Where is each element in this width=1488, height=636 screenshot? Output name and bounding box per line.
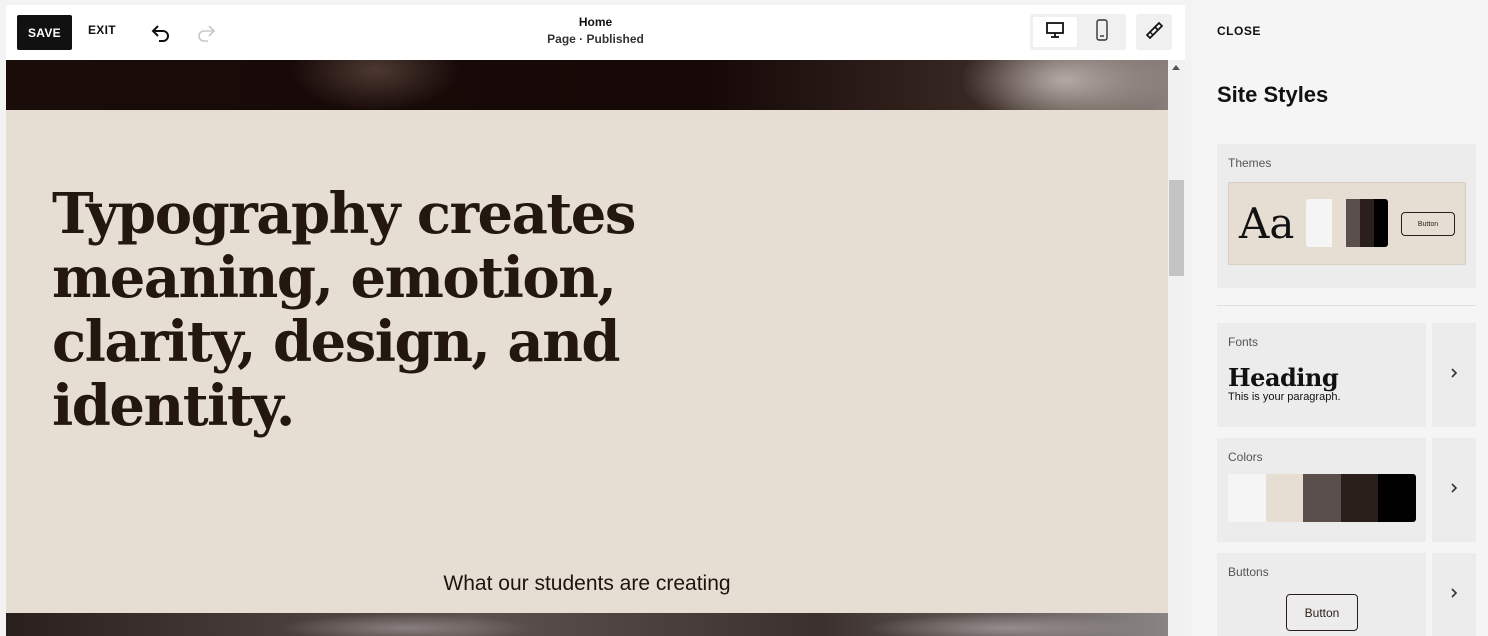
paragraph-font-sample: This is your paragraph. xyxy=(1228,391,1341,403)
page-title: Home xyxy=(578,15,613,29)
buttons-arrow-button[interactable] xyxy=(1432,553,1476,636)
colors-arrow-button[interactable] xyxy=(1432,438,1476,542)
colors-card[interactable]: Colors xyxy=(1217,438,1426,542)
color-palette xyxy=(1228,474,1416,522)
theme-button-sample: Button xyxy=(1401,212,1455,236)
theme-font-sample: Aa xyxy=(1239,199,1295,248)
close-button[interactable]: CLOSE xyxy=(1217,24,1261,38)
theme-swatch xyxy=(1346,199,1360,247)
theme-swatches xyxy=(1306,199,1388,247)
heading-font-sample: Heading xyxy=(1228,363,1339,392)
mobile-icon xyxy=(1095,18,1109,46)
color-swatch xyxy=(1265,474,1303,522)
theme-swatch xyxy=(1306,199,1332,247)
theme-swatch xyxy=(1332,199,1346,247)
scroll-up-arrow[interactable] xyxy=(1172,65,1180,70)
buttons-card[interactable]: Buttons Button xyxy=(1217,553,1426,636)
button-style-sample: Button xyxy=(1286,594,1358,631)
paintbrush-icon xyxy=(1143,19,1165,46)
colors-label: Colors xyxy=(1228,450,1263,464)
fonts-arrow-button[interactable] xyxy=(1432,323,1476,427)
color-swatch xyxy=(1228,474,1266,522)
color-swatch xyxy=(1340,474,1378,522)
divider xyxy=(1217,305,1476,306)
theme-preview[interactable]: Aa Button xyxy=(1228,182,1466,265)
chevron-right-icon xyxy=(1449,586,1459,604)
fonts-card[interactable]: Fonts Heading This is your paragraph. xyxy=(1217,323,1426,427)
header-image xyxy=(6,60,1168,110)
page-canvas[interactable]: Typography creates meaning, emotion, cla… xyxy=(6,60,1168,636)
desktop-view-button[interactable] xyxy=(1033,17,1077,47)
site-styles-button[interactable] xyxy=(1136,14,1172,50)
hero-heading[interactable]: Typography creates meaning, emotion, cla… xyxy=(52,182,652,438)
theme-swatch xyxy=(1360,199,1374,247)
page-status: Page · Published xyxy=(547,32,644,46)
chevron-right-icon xyxy=(1449,481,1459,499)
fonts-label: Fonts xyxy=(1228,335,1259,349)
themes-label: Themes xyxy=(1228,156,1272,170)
mobile-view-button[interactable] xyxy=(1080,17,1124,47)
editor-area: SAVE EXIT Home Page · Published Typograp… xyxy=(6,5,1185,636)
site-styles-panel: CLOSE Site Styles Themes Aa Button Fonts… xyxy=(1192,0,1488,636)
color-swatch xyxy=(1378,474,1416,522)
device-view-toggle xyxy=(1030,14,1126,50)
section-caption[interactable]: What our students are creating xyxy=(6,572,1168,596)
gallery-image-strip xyxy=(6,613,1168,636)
themes-card[interactable]: Themes Aa Button xyxy=(1217,144,1476,288)
theme-swatch xyxy=(1374,199,1388,247)
canvas-scrollbar[interactable] xyxy=(1168,60,1185,636)
chevron-right-icon xyxy=(1449,366,1459,384)
desktop-icon xyxy=(1045,20,1065,45)
panel-title: Site Styles xyxy=(1217,82,1329,107)
editor-toolbar: SAVE EXIT Home Page · Published xyxy=(6,5,1185,60)
color-swatch xyxy=(1303,474,1341,522)
scrollbar-thumb[interactable] xyxy=(1169,180,1184,276)
buttons-label: Buttons xyxy=(1228,565,1269,579)
